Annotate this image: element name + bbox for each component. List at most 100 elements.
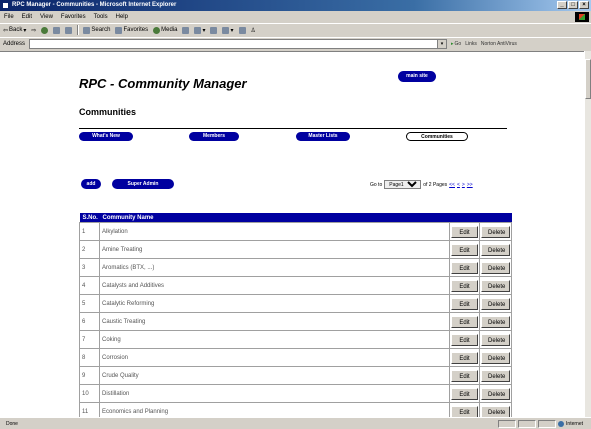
mail-button[interactable]: ▾ bbox=[194, 26, 205, 34]
table-row: 1 Alkylation Edit Delete bbox=[79, 222, 512, 241]
delete-button[interactable]: Delete bbox=[481, 387, 510, 400]
windows-logo-icon bbox=[575, 12, 589, 22]
status-cell bbox=[538, 420, 557, 428]
history-button[interactable] bbox=[182, 26, 190, 34]
edit-page-button[interactable]: ▾ bbox=[222, 26, 234, 34]
delete-button[interactable]: Delete bbox=[481, 333, 510, 346]
cell-community-name: Alkylation bbox=[99, 222, 450, 241]
nav-master-lists[interactable]: Master Lists bbox=[296, 132, 350, 141]
table-row: 10 Distillation Edit Delete bbox=[79, 384, 512, 403]
delete-button[interactable]: Delete bbox=[481, 279, 510, 292]
pager-first-link[interactable]: << bbox=[449, 182, 455, 188]
discuss-icon bbox=[238, 26, 246, 34]
refresh-icon bbox=[53, 26, 61, 34]
edit-button[interactable]: Edit bbox=[451, 333, 478, 346]
page-select[interactable]: Page1 bbox=[384, 180, 422, 189]
page-viewport: RPC - Community Manager main site Commun… bbox=[0, 51, 584, 418]
edit-button[interactable]: Edit bbox=[451, 369, 478, 382]
edit-button[interactable]: Edit bbox=[451, 243, 478, 256]
home-icon bbox=[65, 26, 73, 34]
menu-tools[interactable]: Tools bbox=[94, 14, 108, 20]
home-button[interactable] bbox=[65, 26, 73, 34]
pager-next-link[interactable]: > bbox=[462, 182, 465, 188]
table-row: 4 Catalysts and Additives Edit Delete bbox=[79, 276, 512, 295]
window-title: RPC Manager - Communities - Microsoft In… bbox=[12, 2, 177, 8]
print-icon bbox=[210, 26, 218, 34]
cell-sno: 10 bbox=[79, 384, 100, 403]
scrollbar-thumb[interactable] bbox=[585, 59, 591, 99]
address-input[interactable]: ▾ bbox=[29, 39, 448, 49]
delete-button[interactable]: Delete bbox=[481, 405, 510, 418]
messenger-button[interactable]: ♙ bbox=[251, 27, 256, 34]
delete-button[interactable]: Delete bbox=[481, 351, 510, 364]
close-button[interactable]: × bbox=[579, 1, 589, 9]
internet-zone-icon bbox=[558, 421, 565, 427]
edit-button[interactable]: Edit bbox=[451, 261, 478, 274]
main-site-button[interactable]: main site bbox=[398, 71, 436, 82]
status-bar: Done Internet bbox=[0, 417, 591, 429]
minimize-button[interactable]: _ bbox=[557, 1, 567, 9]
media-button[interactable]: Media bbox=[153, 26, 177, 34]
search-button[interactable]: Search bbox=[83, 26, 110, 34]
delete-button[interactable]: Delete bbox=[481, 297, 510, 310]
status-text: Done bbox=[6, 420, 18, 427]
favorites-button[interactable]: Favorites bbox=[115, 26, 148, 34]
refresh-button[interactable] bbox=[53, 26, 61, 34]
table-header-row: S.No. Community Name bbox=[79, 213, 512, 223]
nav-members[interactable]: Members bbox=[189, 132, 239, 141]
status-cell bbox=[518, 420, 537, 428]
stop-button[interactable] bbox=[41, 26, 49, 34]
back-button[interactable]: ⇦ Back ▾ bbox=[3, 27, 26, 34]
pager-last-link[interactable]: >> bbox=[467, 182, 473, 188]
edit-button[interactable]: Edit bbox=[451, 405, 478, 418]
menu-view[interactable]: View bbox=[40, 14, 53, 20]
menu-file[interactable]: File bbox=[4, 14, 14, 20]
delete-button[interactable]: Delete bbox=[481, 369, 510, 382]
menu-edit[interactable]: Edit bbox=[22, 14, 32, 20]
cell-sno: 11 bbox=[79, 402, 100, 418]
table-row: 7 Coking Edit Delete bbox=[79, 330, 512, 349]
nav-whats-new[interactable]: What's New bbox=[79, 132, 133, 141]
browser-toolbar: ⇦ Back ▾ ⇨ Search Favorites Media ▾ ▾ ♙ bbox=[0, 23, 591, 36]
delete-button[interactable]: Delete bbox=[481, 225, 510, 238]
table-row: 2 Amine Treating Edit Delete bbox=[79, 240, 512, 259]
discuss-button[interactable] bbox=[238, 26, 246, 34]
maximize-button[interactable]: □ bbox=[568, 1, 578, 9]
header-edit bbox=[449, 213, 480, 223]
add-button[interactable]: add bbox=[81, 179, 101, 189]
cell-sno: 5 bbox=[79, 294, 100, 313]
address-label: Address bbox=[3, 41, 26, 47]
pager-prev-link[interactable]: < bbox=[457, 182, 460, 188]
media-icon bbox=[153, 26, 161, 34]
address-dropdown-icon[interactable]: ▾ bbox=[437, 40, 447, 48]
delete-button[interactable]: Delete bbox=[481, 243, 510, 256]
edit-button[interactable]: Edit bbox=[451, 279, 478, 292]
back-arrow-icon: ⇦ bbox=[3, 27, 9, 34]
forward-button[interactable]: ⇨ bbox=[31, 27, 36, 34]
menu-help[interactable]: Help bbox=[116, 14, 128, 20]
delete-button[interactable]: Delete bbox=[481, 261, 510, 274]
norton-antivirus-button[interactable]: Norton AntiVirus bbox=[481, 41, 517, 47]
edit-button[interactable]: Edit bbox=[451, 297, 478, 310]
vertical-scrollbar[interactable] bbox=[584, 51, 591, 417]
messenger-icon: ♙ bbox=[250, 27, 256, 34]
table-row: 6 Caustic Treating Edit Delete bbox=[79, 312, 512, 331]
links-button[interactable]: Links bbox=[465, 41, 477, 47]
edit-button[interactable]: Edit bbox=[451, 351, 478, 364]
delete-button[interactable]: Delete bbox=[481, 315, 510, 328]
stop-icon bbox=[41, 26, 49, 34]
window-controls: _ □ × bbox=[557, 1, 589, 9]
nav-communities[interactable]: Communities bbox=[406, 132, 468, 141]
zone-label: Internet bbox=[566, 421, 583, 427]
cell-sno: 6 bbox=[79, 312, 100, 331]
history-icon bbox=[182, 26, 190, 34]
go-button[interactable]: Go bbox=[451, 41, 462, 47]
print-button[interactable] bbox=[210, 26, 218, 34]
edit-button[interactable]: Edit bbox=[451, 387, 478, 400]
menu-favorites[interactable]: Favorites bbox=[61, 14, 86, 20]
edit-button[interactable]: Edit bbox=[451, 315, 478, 328]
favorites-icon bbox=[115, 26, 123, 34]
super-admin-button[interactable]: Super Admin bbox=[112, 179, 174, 189]
table-row: 5 Catalytic Reforming Edit Delete bbox=[79, 294, 512, 313]
edit-button[interactable]: Edit bbox=[451, 225, 478, 238]
